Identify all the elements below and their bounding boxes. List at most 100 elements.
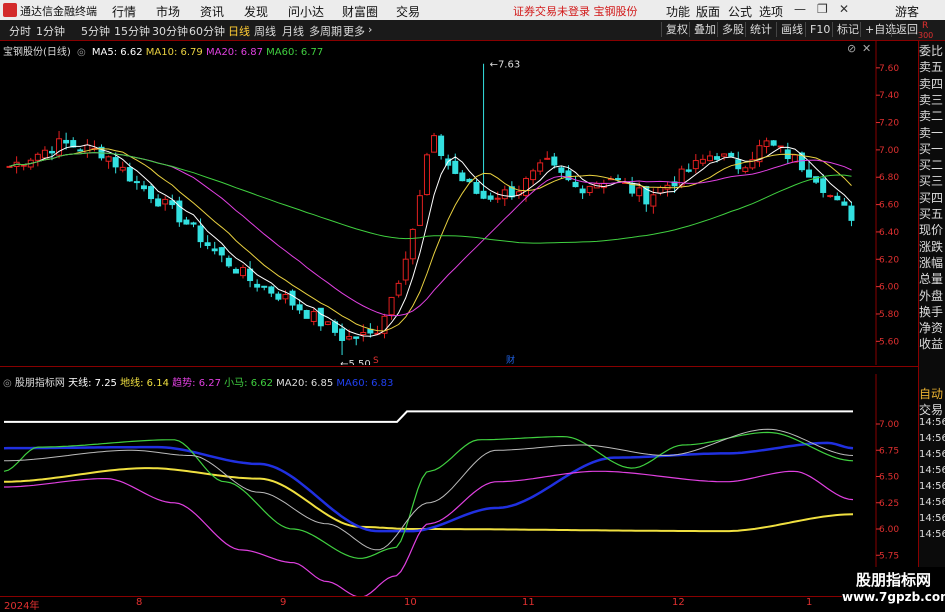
tick-time: 14:56 (919, 449, 945, 460)
menu-jiaoyi[interactable]: 交易 (396, 3, 420, 20)
period-weekly[interactable]: 周线 (254, 23, 276, 39)
candle-up (34, 153, 41, 161)
main-legend: 宝钢股份(日线) ◎ MA5: 6.62 MA10: 6.79 MA20: 6.… (3, 43, 323, 58)
menu-gongshi[interactable]: 公式 (728, 3, 752, 20)
btn-huaxian[interactable]: 画线 (776, 22, 807, 37)
ind-qushi: 趋势: 6.27 (172, 378, 221, 389)
menu-bar: 通达信金融终端 行情 市场 资讯 发现 问小达 财富圈 交易 证券交易未登录 宝… (0, 0, 945, 20)
tick-time: 14:56 (919, 465, 945, 476)
candle-down (459, 172, 466, 182)
period-30min[interactable]: 30分钟 (152, 23, 188, 39)
legend-ma10: MA10: 6.79 (145, 47, 203, 58)
marker-s: S (373, 356, 379, 365)
quote-field-label: 买一 (919, 141, 944, 156)
menu-gongneng[interactable]: 功能 (666, 3, 690, 20)
btn-duogu[interactable]: 多股 (717, 22, 748, 37)
tick-time: 14:56 (919, 529, 945, 540)
candle-up (706, 155, 713, 162)
period-multi[interactable]: 多周期 (309, 23, 342, 39)
period-fenshi[interactable]: 分时 (9, 23, 31, 39)
menu-zixun[interactable]: 资讯 (200, 3, 224, 20)
candle-up (777, 145, 784, 148)
watermark: 股朋指标网 www.7gpzb.com (842, 567, 945, 609)
trade-login-notice[interactable]: 证券交易未登录 宝钢股份 (513, 3, 638, 19)
btn-biaoji[interactable]: 标记 (832, 22, 863, 37)
ind-tick-label: 6.00 (879, 525, 899, 535)
x-label: 9 (280, 597, 287, 608)
period-monthly[interactable]: 月线 (282, 23, 304, 39)
tick-time: 14:56 (919, 433, 945, 444)
candle-up (530, 170, 537, 181)
menu-banmian[interactable]: 版面 (696, 3, 720, 20)
candle-up (692, 160, 699, 170)
candle-up (310, 311, 317, 322)
ind-tick-label: 7.00 (879, 420, 899, 430)
period-1min[interactable]: 1分钟 (36, 23, 65, 39)
candle-down (126, 167, 133, 182)
btn-tongji[interactable]: 统计 (745, 22, 776, 37)
candle-down (303, 310, 310, 319)
candle-down (48, 150, 55, 154)
candle-down (63, 139, 70, 144)
candle-down (714, 156, 721, 160)
trade-tab[interactable]: 自动 (919, 385, 945, 402)
more-chevron-icon[interactable]: › (368, 23, 372, 36)
indicator-chart[interactable]: 7.006.756.506.256.005.755.50 ◎ 股朋指标网 天线:… (0, 374, 899, 596)
price-tick-label: 6.60 (879, 201, 899, 211)
legend-settings-icon[interactable]: ◎ (77, 47, 86, 58)
guest-label[interactable]: 游客 (895, 3, 919, 20)
x-label: 2024年 (4, 601, 40, 612)
candle-up (650, 194, 657, 207)
menu-xuanxiang[interactable]: 选项 (759, 3, 783, 20)
period-60min[interactable]: 60分钟 (189, 23, 225, 39)
ind-dixian: 地线: 6.14 (120, 378, 169, 389)
menu-hangqing[interactable]: 行情 (112, 3, 136, 20)
price-tick-label: 6.00 (879, 283, 899, 293)
quote-field-label: 买五 (919, 207, 944, 221)
x-label: 8 (136, 597, 143, 608)
ind-settings-icon[interactable]: ◎ (3, 378, 12, 389)
quote-field-label: 现价 (919, 223, 944, 238)
restore-icon[interactable]: ❐ (817, 2, 828, 16)
quote-field-label: 买二 (919, 158, 944, 173)
x-label: 1 (806, 597, 813, 608)
xiaoma-line (3, 431, 854, 559)
candle-up (423, 154, 430, 196)
high-price-label: ←7.63 (490, 60, 521, 71)
x-label: 11 (522, 597, 535, 608)
candle-down (140, 185, 147, 190)
period-5min[interactable]: 5分钟 (81, 23, 110, 39)
candle-down (487, 195, 494, 200)
period-15min[interactable]: 15分钟 (114, 23, 150, 39)
candle-down (204, 242, 211, 247)
legend-ma60: MA60: 6.77 (266, 47, 324, 58)
quote-field-label: 外盘 (919, 288, 944, 303)
price-tick-label: 7.40 (879, 91, 899, 101)
candle-down (820, 178, 827, 193)
legend-stock: 宝钢股份(日线) (3, 47, 71, 58)
menu-shichang[interactable]: 市场 (156, 3, 180, 20)
tick-time: 14:56 (919, 513, 945, 524)
menu-faxian[interactable]: 发现 (244, 3, 268, 20)
kline-svg: 7.60 7.40 7.20 7.00 6.80 6.60 6.40 6.20 6.00 5.80… (6, 41, 899, 365)
candle-down (211, 248, 218, 252)
kline-chart[interactable]: 7.60 7.40 7.20 7.00 6.80 6.60 6.40 6.20 6.00 5.80… (0, 41, 899, 365)
chart-close-icon[interactable]: ✕ (862, 42, 871, 55)
chart-restore-icon[interactable]: ⊘ (847, 42, 856, 55)
trade-tab[interactable]: 交易 (919, 401, 945, 418)
minimize-icon[interactable]: — (794, 2, 806, 16)
period-daily[interactable]: 日线 (228, 23, 250, 39)
period-more[interactable]: 更多 (343, 23, 365, 39)
candle-up (494, 197, 501, 200)
candle-up (501, 189, 508, 200)
btn-f10[interactable]: F10 (805, 22, 834, 37)
btn-fuquan[interactable]: 复权 (661, 22, 692, 37)
candle-down (289, 290, 296, 306)
candle-up (346, 336, 353, 340)
menu-caifuquan[interactable]: 财富圈 (342, 3, 378, 20)
menu-wenxiaoda[interactable]: 问小达 (288, 3, 324, 20)
indicator-legend: ◎ 股朋指标网 天线: 7.25 地线: 6.14 趋势: 6.27 小马: 6… (3, 374, 393, 389)
close-icon[interactable]: ✕ (839, 2, 849, 16)
btn-diejia[interactable]: 叠加 (689, 22, 720, 37)
candle-down (579, 188, 586, 194)
